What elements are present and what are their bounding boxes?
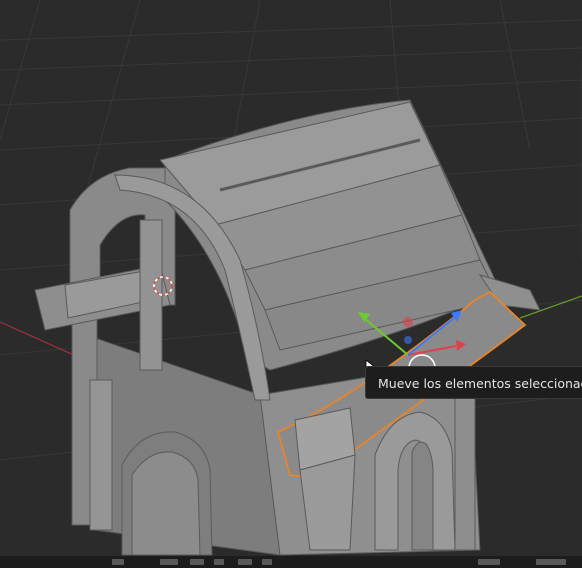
tooltip: Mueve los elementos seleccionados [365, 366, 582, 399]
3d-viewport[interactable]: Mueve los elementos seleccionados [0, 0, 582, 568]
status-bar [0, 556, 582, 568]
house-model[interactable] [34, 99, 541, 556]
